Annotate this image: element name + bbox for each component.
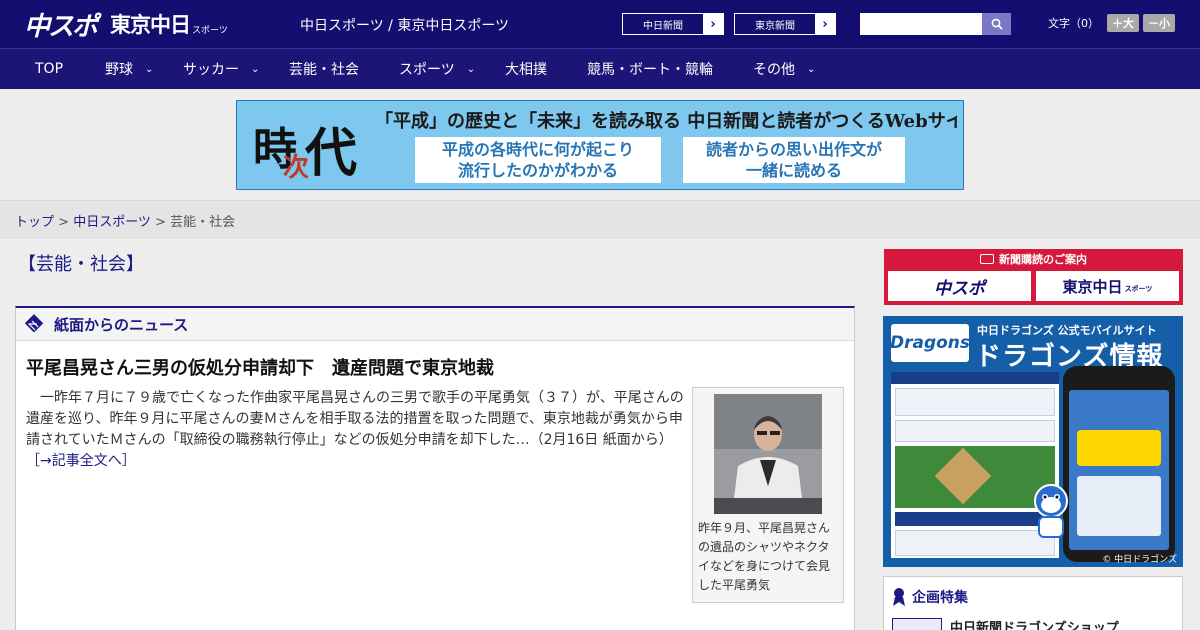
dragons-logo: Dragons (890, 324, 970, 362)
search-form (860, 13, 1011, 35)
subscribe-tokyo-chunichi-button[interactable]: 東京中日 スポーツ (1036, 271, 1179, 301)
nav-label: その他 (753, 62, 795, 78)
banner-box-1-line2: 流行したのかがわかる (457, 161, 618, 180)
nav-label: 大相撲 (505, 62, 547, 78)
feature-box: 企画特集 中日新聞ドラゴンズショップ (883, 576, 1183, 630)
dragons-mobile-ad[interactable]: Dragons 中日ドラゴンズ 公式モバイルサイト ドラゴンズ情報 © 中日ドラ… (883, 316, 1183, 567)
subscribe-banner: 新聞購読のご案内 中スポ 東京中日 スポーツ (884, 249, 1183, 305)
feature-item[interactable]: 中日新聞ドラゴンズショップ (884, 607, 1182, 630)
nav-top[interactable]: TOP (35, 49, 63, 89)
article-headline[interactable]: 平尾昌晃さん三男の仮処分申請却下 遺産問題で東京地裁 (26, 354, 494, 380)
subscribe-header: 新聞購読のご案内 (884, 249, 1183, 269)
subscribe-tokyo-small: スポーツ (1124, 285, 1153, 293)
breadcrumb-top[interactable]: トップ (15, 215, 54, 230)
logo-tokyo-chunichi: 東京中日 (110, 13, 191, 37)
chunichi-shimbun-link[interactable]: 中日新聞 › (622, 13, 724, 35)
news-panel-title: 紙面からのニュース (54, 315, 189, 334)
nav-sumo[interactable]: 大相撲 (505, 49, 547, 89)
jidai-logo-char3: 代 (305, 123, 358, 184)
feature-header: 企画特集 (884, 577, 1182, 607)
doala-mascot-icon (1023, 481, 1079, 541)
news-panel-header: 紙面からのニュース (16, 308, 854, 341)
site-logo[interactable]: 中スポ 東京中日 スポーツ (24, 8, 228, 42)
logo-chuspo: 中スポ (24, 11, 98, 42)
jidai-banner[interactable]: 時 次 代 「平成」の歴史と「未来」を読み取る 中日新聞と読者がつくるWebサイ… (236, 100, 964, 190)
site-header: 中スポ 東京中日 スポーツ 中日スポーツ / 東京中日スポーツ 中日新聞 › 東… (0, 0, 1200, 48)
font-smaller-button[interactable]: －小 (1143, 14, 1175, 32)
chevron-down-icon: ⌄ (466, 63, 476, 75)
breadcrumb-chunichi-sports[interactable]: 中日スポーツ (73, 215, 151, 230)
article-photo[interactable] (714, 394, 822, 514)
banner-box-2-line2: 一緒に読める (745, 161, 842, 180)
nav-sports[interactable]: スポーツ ⌄ (399, 49, 475, 89)
banner-headline: 「平成」の歴史と「未来」を読み取る 中日新聞と読者がつくるWebサイト (375, 111, 957, 132)
newspaper-icon (24, 314, 44, 333)
logo-sports-small: スポーツ (192, 26, 228, 36)
feature-title: 企画特集 (912, 590, 968, 606)
banner-box-1: 平成の各時代に何が起こり 流行したのかがわかる (415, 137, 661, 183)
jidai-logo: 時 次 代 (245, 107, 377, 185)
article-photo-box: 昨年９月、平尾昌晃さんの遺品のシャツやネクタイなどを身につけて会見した平尾勇気 (692, 387, 844, 603)
chevron-right-icon: › (710, 16, 716, 32)
breadcrumb-separator: > (54, 215, 74, 230)
search-input[interactable] (860, 13, 982, 35)
dragons-shop-thumbnail (892, 617, 942, 630)
search-icon (991, 18, 1003, 30)
article-summary: 一昨年７月に７９歳で亡くなった作曲家平尾昌晃さんの三男で歌手の平尾勇気（３７）が… (26, 388, 686, 472)
person-photo-icon (714, 394, 822, 514)
banner-box-1-line1: 平成の各時代に何が起こり (441, 140, 634, 159)
banner-box-2: 読者からの思い出作文が 一緒に読める (683, 137, 905, 183)
dragons-copyright: © 中日ドラゴンズ (1102, 555, 1177, 565)
tokyo-shimbun-label: 東京新聞 (735, 14, 815, 34)
ticket-icon (980, 254, 994, 264)
chevron-down-icon: ⌄ (807, 63, 816, 75)
chevron-down-icon: ⌄ (251, 63, 260, 75)
site-title[interactable]: 中日スポーツ / 東京中日スポーツ (300, 15, 509, 35)
subscribe-chuspo-button[interactable]: 中スポ (888, 271, 1031, 301)
nav-label: TOP (35, 61, 64, 77)
tokyo-shimbun-link[interactable]: 東京新聞 › (734, 13, 836, 35)
chevron-down-icon: ⌄ (145, 63, 154, 75)
nav-label: スポーツ (399, 62, 455, 78)
article-body: 一昨年７月に７９歳で亡くなった作曲家平尾昌晃さんの三男で歌手の平尾勇気（３７）が… (26, 390, 684, 448)
phone-mockup (1063, 366, 1175, 562)
font-size-label: 文字（0） (1048, 17, 1099, 30)
font-bigger-button[interactable]: ＋大 (1107, 14, 1139, 32)
breadcrumb-current: 芸能・社会 (170, 215, 236, 230)
nav-racing[interactable]: 競馬・ボート・競輪 (587, 49, 713, 89)
subscribe-tokyo-label: 東京中日 (1062, 277, 1123, 296)
nav-baseball[interactable]: 野球 ⌄ (105, 49, 153, 89)
nav-label: 芸能・社会 (289, 62, 359, 78)
breadcrumb-separator: > (150, 215, 171, 230)
read-more-link[interactable]: ［→記事全文へ］ (26, 453, 136, 469)
nav-label: サッカー (183, 62, 239, 78)
breadcrumb: トップ > 中日スポーツ > 芸能・社会 (0, 200, 1200, 238)
section-title: 【芸能・社会】 (18, 254, 144, 275)
nav-entertainment[interactable]: 芸能・社会 (289, 49, 359, 89)
nav-label: 野球 (105, 62, 133, 78)
chevron-right-icon: › (822, 16, 828, 32)
subscribe-chuspo-label: 中スポ (934, 278, 985, 299)
news-panel: 紙面からのニュース 平尾昌晃さん三男の仮処分申請却下 遺産問題で東京地裁 一昨年… (15, 306, 855, 630)
banner-box-2-line1: 読者からの思い出作文が (705, 140, 882, 159)
photo-caption: 昨年９月、平尾昌晃さんの遺品のシャツやネクタイなどを身につけて会見した平尾勇気 (698, 521, 831, 592)
search-button[interactable] (982, 13, 1011, 35)
nav-others[interactable]: その他 ⌄ (753, 49, 815, 89)
award-ribbon-icon (893, 588, 905, 606)
nav-soccer[interactable]: サッカー ⌄ (183, 49, 259, 89)
font-size-control: 文字（0） ＋大 －小 (1048, 14, 1175, 32)
global-nav: TOP 野球 ⌄ サッカー ⌄ 芸能・社会 スポーツ ⌄ 大相撲 競馬・ボート・競輪 … (0, 48, 1200, 89)
feature-item-label: 中日新聞ドラゴンズショップ (950, 621, 1119, 630)
chunichi-shimbun-label: 中日新聞 (623, 14, 703, 34)
subscribe-header-label: 新聞購読のご案内 (999, 253, 1087, 266)
nav-label: 競馬・ボート・競輪 (587, 62, 713, 78)
